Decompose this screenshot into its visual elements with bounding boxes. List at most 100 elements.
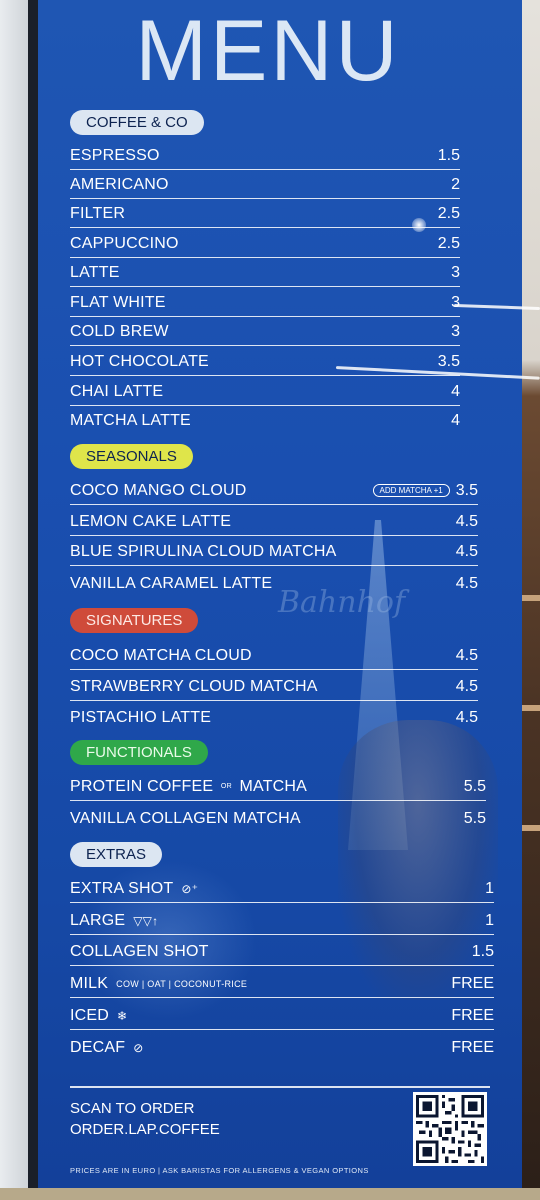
menu-item: COLD BREW 3	[70, 316, 460, 346]
menu-item: COCO MANGO CLOUD ADD MATCHA +1 3.5	[70, 475, 478, 505]
menu-item: PROTEIN COFFEE OR MATCHA 5.5	[70, 771, 486, 801]
item-name: DECAF ⊘	[70, 1039, 144, 1057]
cup-size-icon: ▽▽↑	[133, 913, 159, 928]
section-functionals-label: FUNCTIONALS	[70, 740, 208, 765]
item-name-part: MATCHA	[239, 778, 308, 795]
item-price-group: ADD MATCHA +1 3.5	[372, 482, 478, 500]
item-name: STRAWBERRY CLOUD MATCHA	[70, 678, 318, 695]
order-info: SCAN TO ORDER ORDER.LAP.COFFEE	[70, 1098, 220, 1140]
item-name: FLAT WHITE	[70, 294, 166, 311]
footnote: PRICES ARE IN EURO | ASK BARISTAS FOR AL…	[70, 1166, 369, 1175]
item-price: 4.5	[455, 543, 478, 560]
item-name: AMERICANO	[70, 176, 169, 193]
menu-item: FLAT WHITE 3	[70, 287, 460, 317]
row-divider	[70, 503, 478, 505]
section-extras-label: EXTRAS	[70, 842, 163, 867]
row-divider	[70, 1028, 494, 1030]
menu-item: BLUE SPIRULINA CLOUD MATCHA 4.5	[70, 536, 478, 566]
item-name-text: DECAF	[70, 1039, 126, 1056]
order-url: ORDER.LAP.COFFEE	[70, 1121, 220, 1138]
light-glare	[412, 218, 426, 232]
item-name: LARGE ▽▽↑	[70, 912, 158, 930]
item-name: CHAI LATTE	[70, 383, 164, 400]
item-name-text: LARGE	[70, 912, 126, 929]
item-name: PISTACHIO LATTE	[70, 709, 212, 726]
item-price: FREE	[451, 1039, 494, 1056]
item-price: 4.5	[455, 575, 478, 592]
menu-item: DECAF ⊘ FREE	[70, 1032, 494, 1062]
snowflake-icon: ❄	[117, 1008, 128, 1023]
item-price: 1.5	[437, 147, 460, 164]
item-name: COLD BREW	[70, 323, 169, 340]
row-divider	[70, 668, 478, 670]
item-name: ESPRESSO	[70, 147, 160, 164]
menu-item: PISTACHIO LATTE 4.5	[70, 702, 478, 732]
menu-item: LEMON CAKE LATTE 4.5	[70, 506, 478, 536]
item-price: 2.5	[437, 235, 460, 252]
item-price: 1.5	[471, 943, 494, 960]
item-name: VANILLA CARAMEL LATTE	[70, 575, 273, 592]
item-name: CAPPUCCINO	[70, 235, 179, 252]
window-sill	[0, 1188, 540, 1200]
footer-divider	[70, 1086, 490, 1088]
row-divider	[70, 799, 486, 801]
menu-item: COLLAGEN SHOT 1.5	[70, 936, 494, 966]
item-price: 3	[451, 294, 460, 311]
menu-item: ICED ❄ FREE	[70, 1000, 494, 1030]
item-price: 4.5	[455, 647, 478, 664]
menu-item: EXTRA SHOT ⊘⁺ 1	[70, 873, 494, 903]
item-price: 3.5	[455, 482, 478, 499]
item-name-text: MILK	[70, 975, 109, 992]
milk-options: COW | OAT | COCONUT-RICE	[116, 978, 248, 989]
item-price: 2.5	[437, 205, 460, 222]
menu-item: CAPPUCCINO 2.5	[70, 228, 460, 258]
item-name-text: ICED	[70, 1007, 110, 1024]
menu-item: ESPRESSO 1.5	[70, 140, 460, 170]
or-connector: OR	[220, 783, 232, 791]
wall-left	[0, 0, 28, 1200]
item-price: 1	[485, 912, 494, 929]
menu-item: MILK COW | OAT | COCONUT-RICE FREE	[70, 968, 494, 998]
item-name: COLLAGEN SHOT	[70, 943, 209, 960]
item-name: ICED ❄	[70, 1007, 127, 1025]
item-price: 4.5	[455, 709, 478, 726]
item-name-part: PROTEIN COFFEE	[70, 778, 214, 795]
qr-code[interactable]	[413, 1092, 487, 1166]
menu-item: COCO MATCHA CLOUD 4.5	[70, 640, 478, 670]
item-price: 1	[485, 880, 494, 897]
row-divider	[70, 933, 494, 935]
item-price: FREE	[451, 1007, 494, 1024]
item-name: PROTEIN COFFEE OR MATCHA	[70, 778, 307, 796]
menu-item: LARGE ▽▽↑ 1	[70, 905, 494, 935]
menu-item: VANILLA CARAMEL LATTE 4.5	[70, 568, 478, 598]
item-price: 4	[451, 383, 460, 400]
row-divider	[70, 996, 494, 998]
item-name: VANILLA COLLAGEN MATCHA	[70, 810, 301, 827]
item-price: 3	[451, 264, 460, 281]
item-price: 5.5	[463, 778, 486, 795]
item-name: HOT CHOCOLATE	[70, 353, 209, 370]
menu-item: FILTER 2.5	[70, 198, 460, 228]
item-name: MATCHA LATTE	[70, 412, 191, 429]
menu-item: CHAI LATTE 4	[70, 376, 460, 406]
item-price: 4.5	[455, 513, 478, 530]
section-coffee-label: COFFEE & CO	[70, 110, 204, 135]
item-name: COCO MANGO CLOUD	[70, 482, 247, 499]
item-price: 5.5	[463, 810, 486, 827]
item-name: EXTRA SHOT ⊘⁺	[70, 880, 198, 898]
item-price: 2	[451, 176, 460, 193]
decaf-icon: ⊘	[133, 1040, 144, 1055]
row-divider	[70, 564, 478, 566]
add-matcha-badge: ADD MATCHA +1	[372, 484, 450, 498]
menu-item: AMERICANO 2	[70, 169, 460, 199]
menu-board: Bahnhof MENU COFFEE & CO ESPRESSO 1.5 AM…	[38, 0, 522, 1188]
scan-to-order-text: SCAN TO ORDER	[70, 1100, 195, 1117]
section-seasonals-label: SEASONALS	[70, 444, 193, 469]
item-name: LEMON CAKE LATTE	[70, 513, 232, 530]
item-price: FREE	[451, 975, 494, 992]
window-frame	[28, 0, 38, 1200]
item-price: 3	[451, 323, 460, 340]
item-name: LATTE	[70, 264, 120, 281]
row-divider	[70, 964, 494, 966]
section-signatures-label: SIGNATURES	[70, 608, 199, 633]
